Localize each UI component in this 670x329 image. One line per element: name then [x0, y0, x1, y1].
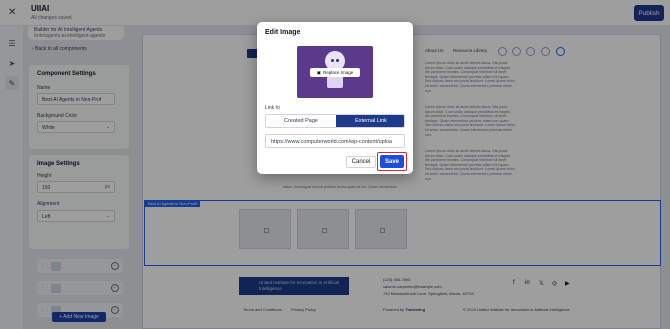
replace-image-button[interactable]: ▣ Replace Image [310, 68, 360, 77]
tab-external-link[interactable]: External Link [336, 115, 404, 127]
link-type-toggle: Created Page External Link [265, 114, 405, 128]
image-preview: ▣ Replace Image [297, 46, 373, 98]
replace-image-label: Replace Image [322, 70, 354, 75]
save-button[interactable]: Save [380, 155, 404, 168]
cancel-button[interactable]: Cancel [346, 156, 376, 168]
image-icon: ▣ [316, 69, 321, 75]
tab-created-page[interactable]: Created Page [266, 115, 336, 127]
dialog-title: Edit Image [265, 29, 301, 36]
edit-image-dialog: Edit Image ▣ Replace Image Link to Creat… [257, 22, 413, 174]
url-input[interactable]: https://www.computerworld.com/wp-content… [265, 134, 405, 148]
link-to-label: Link to [265, 105, 280, 111]
